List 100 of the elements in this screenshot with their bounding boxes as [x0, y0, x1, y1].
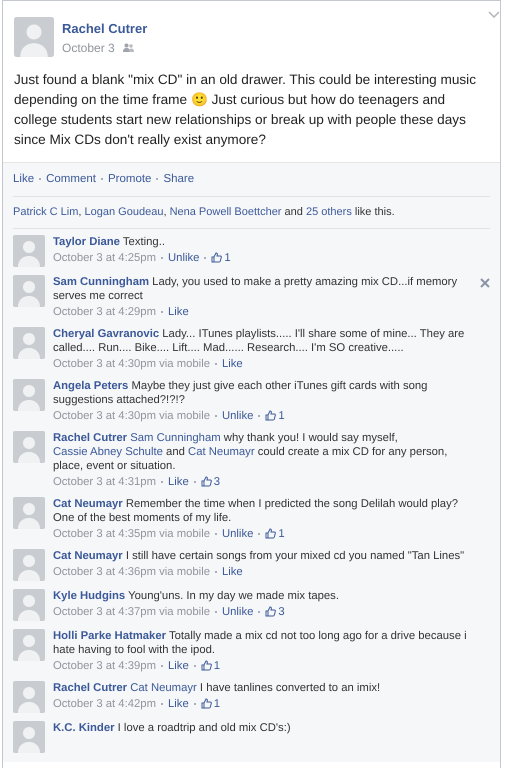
avatar-icon [13, 720, 45, 753]
mention-link[interactable]: Sam Cunningham [130, 432, 221, 444]
author-name[interactable]: Rachel Cutrer [62, 19, 148, 38]
comment-like-link[interactable]: Like [168, 474, 189, 489]
separator-dot [258, 610, 260, 613]
separator-dot [214, 414, 217, 417]
thumbs-up-icon [211, 252, 222, 264]
separator-dot [194, 664, 196, 667]
separator-dot [39, 178, 42, 180]
avatar-icon [13, 588, 45, 621]
chevron-down-icon[interactable] [488, 11, 500, 18]
separator-dot [258, 414, 260, 417]
comment-text: Cheryal Gavranovic Lady... ITunes playlists..... I'll share some of mine... They are called.... Run.... Bike.... Lift.... Mad...... Research.... I'm SO creative..... [53, 326, 466, 355]
comment-like-link[interactable]: Unlike [222, 408, 254, 423]
separator-dot [214, 532, 217, 535]
separator-dot [204, 256, 206, 259]
liker-link[interactable]: 25 others [306, 206, 352, 218]
comment-like-link[interactable]: Unlike [168, 250, 200, 265]
mention-link[interactable]: Cat Neumayr [130, 682, 197, 694]
thumbs-up-icon [265, 528, 276, 540]
commenter-link[interactable]: Sam Cunningham [53, 276, 150, 288]
post-text: Just found a blank "mix CD" in an old drawer. This could be interesting music depending on the time frame 🙂 Just curious but how do teenagers and college students start new relationships or break up with people these days since Mix CDs don't really exist anymore? [13, 71, 477, 149]
liker-link[interactable]: Logan Goudeau [84, 206, 164, 218]
separator-dot [161, 664, 163, 667]
separator-dot [214, 362, 217, 365]
mention-link[interactable]: Cat Neumayr [188, 446, 255, 458]
comment-time: October 3 at 4:37pm via mobile [53, 604, 210, 619]
like-count[interactable]: 1 [278, 408, 285, 423]
post-action-link[interactable]: Promote [108, 173, 152, 185]
likes-summary: Patrick C Lim, Logan Goudeau, Nena Powell Boettcher and 25 others like this. [13, 197, 490, 229]
close-icon[interactable] [480, 278, 490, 288]
comment-like-link[interactable]: Unlike [222, 604, 254, 619]
comment-like-link[interactable]: Unlike [222, 526, 254, 541]
comment-text: Rachel Cutrer Cat Neumayr I have tanlines converted to an imix! [53, 680, 382, 695]
post-action-link[interactable]: Comment [46, 173, 96, 185]
avatar-icon [13, 274, 45, 307]
comment-like-link[interactable]: Like [168, 304, 189, 319]
liker-link[interactable]: Nena Powell Boettcher [170, 206, 282, 218]
comment-time: October 3 at 4:35pm via mobile [53, 526, 210, 541]
comment-like-link[interactable]: Like [168, 696, 189, 711]
separator-dot [214, 570, 217, 573]
like-count[interactable]: 1 [278, 526, 285, 541]
comment-text: Cat Neumayr Remember the time when I predicted the song Delilah would play? One of the best moments of my life. [53, 496, 460, 525]
commenter-link[interactable]: Taylor Diane [53, 236, 120, 248]
separator-dot [161, 310, 163, 313]
comment-time: October 3 at 4:42pm [53, 696, 156, 711]
commenter-link[interactable]: Kyle Hudgins [53, 590, 126, 602]
liker-link[interactable]: Patrick C Lim [13, 206, 78, 218]
separator-dot [161, 702, 163, 705]
comment-like-link[interactable]: Like [222, 356, 243, 371]
commenter-link[interactable]: Cheryal Gavranovic [53, 328, 160, 340]
avatar-icon [14, 17, 54, 57]
comment-time: October 3 at 4:30pm via mobile [53, 408, 210, 423]
thumbs-up-icon [200, 476, 212, 488]
comment-text: Angela Peters Maybe they just give each other iTunes gift cards with song suggestions attached?!?!? [53, 378, 428, 407]
commenter-link[interactable]: K.C. Kinder [53, 722, 115, 734]
comment-text: Taylor Diane Texting.. [53, 234, 166, 249]
thumbs-up-icon [265, 606, 276, 618]
separator-dot [100, 178, 103, 180]
avatar-icon [13, 234, 45, 267]
like-count[interactable]: 3 [214, 474, 220, 489]
comment-time: October 3 at 4:25pm [53, 250, 156, 265]
commenter-link[interactable]: Angela Peters [53, 380, 128, 392]
separator-dot [161, 480, 163, 483]
avatar-icon [13, 378, 45, 411]
comment-time: October 3 at 4:39pm [53, 658, 156, 673]
post-action-link[interactable]: Like [13, 173, 34, 185]
thumbs-up-icon [265, 410, 276, 422]
avatar-icon [13, 680, 45, 713]
commenter-link[interactable]: Holli Parke Hatmaker [53, 630, 166, 642]
mention-link[interactable]: Cassie Abney Schulte [53, 446, 163, 458]
comment-like-link[interactable]: Like [168, 658, 189, 673]
comment-text: Kyle Hudgins Young'uns. In my day we made mix tapes. [53, 588, 340, 603]
commenter-link[interactable]: Cat Neumayr [53, 550, 123, 562]
thumbs-up-icon [200, 660, 212, 672]
separator-dot [194, 480, 196, 483]
avatar-icon [13, 430, 45, 463]
like-count[interactable]: 1 [214, 696, 220, 711]
like-count[interactable]: 1 [224, 250, 231, 265]
comment-time: October 3 at 4:29pm [53, 304, 156, 319]
comment-like-link[interactable]: Like [222, 564, 243, 579]
commenter-link[interactable]: Rachel Cutrer [53, 682, 128, 694]
comment-time: October 3 at 4:36pm via mobile [53, 564, 210, 579]
commenter-link[interactable]: Cat Neumayr [53, 498, 123, 510]
separator-dot [156, 178, 158, 180]
avatar-icon [13, 628, 45, 661]
separator-dot [214, 610, 217, 613]
like-count[interactable]: 1 [214, 658, 220, 673]
avatar-icon [13, 548, 45, 581]
post-action-link[interactable]: Share [163, 173, 194, 185]
separator-dot [161, 256, 163, 259]
avatar-icon [13, 326, 45, 359]
comment-time: October 3 at 4:31pm [53, 474, 156, 489]
commenter-link[interactable]: Rachel Cutrer [53, 432, 128, 444]
avatar-icon [13, 496, 45, 529]
comment-time: October 3 at 4:30pm via mobile [53, 356, 210, 371]
thumbs-up-icon [200, 698, 212, 710]
like-count[interactable]: 3 [278, 604, 285, 619]
comment-text: Sam Cunningham Lady, you used to make a pretty amazing mix CD...if memory serves me correct [53, 274, 458, 303]
friends-icon[interactable] [122, 43, 134, 52]
